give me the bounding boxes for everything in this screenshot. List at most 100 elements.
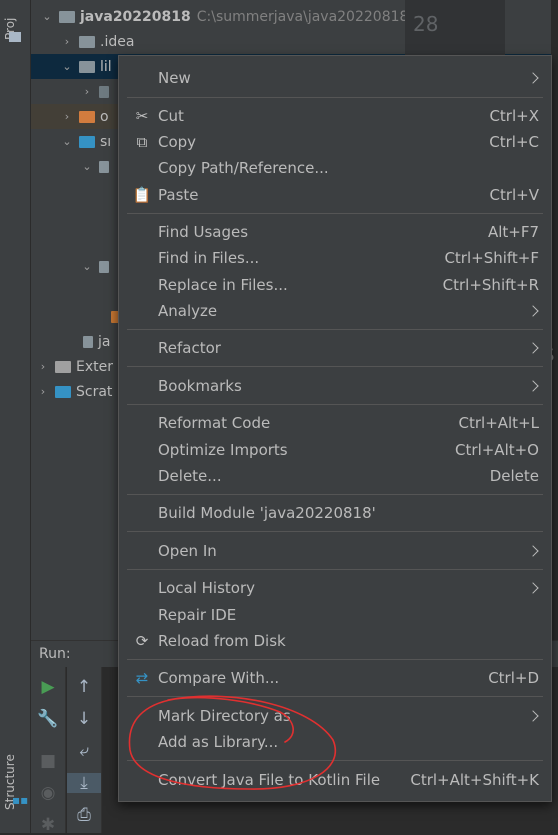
menu-item-cut[interactable]: ✂ Cut Ctrl+X	[119, 103, 551, 129]
structure-icon[interactable]: ▪▪	[12, 793, 28, 807]
menu-item-compare-with[interactable]: ⇄ Compare With... Ctrl+D	[119, 665, 551, 691]
menu-item-shortcut: Ctrl+Shift+R	[442, 276, 539, 294]
menu-item-shortcut: Delete	[489, 467, 539, 485]
chevron-right-icon[interactable]: ›	[59, 110, 75, 123]
menu-item-delete[interactable]: Delete... Delete	[119, 463, 551, 489]
folder-icon	[79, 60, 95, 73]
menu-item-add-as-library[interactable]: Add as Library...	[119, 729, 551, 755]
menu-item-find-usages[interactable]: Find Usages Alt+F7	[119, 219, 551, 245]
submenu-arrow-icon	[527, 342, 539, 354]
menu-item-reload-from-disk[interactable]: ⟳ Reload from Disk	[119, 628, 551, 654]
menu-item-shortcut: Ctrl+Alt+O	[455, 441, 539, 459]
chevron-down-icon[interactable]: ⌄	[59, 135, 75, 148]
chevron-right-icon[interactable]: ›	[35, 385, 51, 398]
menu-item-label: Copy	[158, 133, 197, 151]
context-menu: New ✂ Cut Ctrl+X ⧉ Copy Ctrl+C Copy Path…	[118, 55, 552, 802]
menu-item-label: Reformat Code	[158, 414, 271, 432]
menu-item-paste[interactable]: 📋 Paste Ctrl+V	[119, 182, 551, 208]
camera-icon[interactable]: ◉	[31, 783, 65, 803]
menu-separator	[127, 760, 543, 761]
editor-gutter: 28	[405, 0, 505, 55]
menu-item-shortcut: Ctrl+V	[489, 186, 539, 204]
menu-item-label: Repair IDE	[158, 606, 237, 624]
tree-item-label: ja	[98, 333, 111, 350]
source-folder-icon	[79, 135, 95, 148]
menu-item-analyze[interactable]: Analyze	[119, 298, 551, 324]
menu-item-new[interactable]: New	[119, 65, 551, 91]
menu-item-shortcut: Ctrl+Alt+L	[458, 414, 540, 432]
menu-item-mark-directory-as[interactable]: Mark Directory as	[119, 703, 551, 729]
settings-icon[interactable]: ✱	[31, 815, 65, 835]
menu-item-label: Optimize Imports	[158, 441, 288, 459]
run-toolbar-left: ▶ 🔧 ■ ◉ ✱	[31, 667, 66, 835]
menu-item-label: Refactor	[158, 339, 221, 357]
menu-separator	[127, 569, 543, 570]
package-icon	[99, 260, 109, 273]
run-icon[interactable]: ▶	[31, 677, 65, 697]
chevron-right-icon[interactable]: ›	[35, 360, 51, 373]
root-label: java20220818	[80, 8, 191, 25]
submenu-arrow-icon	[527, 582, 539, 594]
menu-item-find-in-files[interactable]: Find in Files... Ctrl+Shift+F	[119, 245, 551, 271]
submenu-arrow-icon	[527, 710, 539, 722]
print-icon[interactable]: ⎙	[67, 805, 101, 825]
chevron-right-icon[interactable]: ›	[79, 85, 95, 98]
menu-item-shortcut: Alt+F7	[487, 223, 539, 241]
menu-item-label: Find Usages	[158, 223, 249, 241]
menu-item-label: Replace in Files...	[158, 276, 288, 294]
menu-item-shortcut: Ctrl+X	[489, 107, 539, 125]
chevron-down-icon[interactable]: ⌄	[79, 260, 95, 273]
project-folder-icon[interactable]	[9, 32, 21, 42]
menu-item-copy[interactable]: ⧉ Copy Ctrl+C	[119, 129, 551, 155]
submenu-arrow-icon	[527, 380, 539, 392]
menu-item-label: Local History	[158, 579, 256, 597]
menu-item-label: Convert Java File to Kotlin File	[158, 771, 381, 789]
menu-item-build-module[interactable]: Build Module 'java20220818'	[119, 500, 551, 526]
menu-item-label: Bookmarks	[158, 377, 242, 395]
run-label: Run:	[39, 646, 71, 662]
menu-item-label: Cut	[158, 107, 184, 125]
arrow-up-icon[interactable]: ↑	[67, 677, 101, 697]
submenu-arrow-icon	[527, 305, 539, 317]
menu-item-replace-in-files[interactable]: Replace in Files... Ctrl+Shift+R	[119, 272, 551, 298]
menu-item-label: Mark Directory as	[158, 707, 291, 725]
run-toolbar-right: ↑ ↓ ⤶ ⤓ ⎙	[67, 667, 102, 833]
scroll-to-end-icon[interactable]: ⤓	[67, 773, 101, 793]
menu-item-reformat-code[interactable]: Reformat Code Ctrl+Alt+L	[119, 410, 551, 436]
menu-item-shortcut: Ctrl+D	[488, 669, 539, 687]
chevron-down-icon[interactable]: ⌄	[79, 160, 95, 173]
menu-item-label: Copy Path/Reference...	[158, 159, 329, 177]
menu-item-bookmarks[interactable]: Bookmarks	[119, 373, 551, 399]
scratches-icon	[55, 385, 71, 398]
menu-item-refactor[interactable]: Refactor	[119, 335, 551, 361]
file-icon	[83, 335, 93, 348]
menu-item-repair-ide[interactable]: Repair IDE	[119, 602, 551, 628]
menu-item-open-in[interactable]: Open In	[119, 538, 551, 564]
menu-separator	[127, 494, 543, 495]
menu-separator	[127, 404, 543, 405]
menu-item-convert-to-kotlin[interactable]: Convert Java File to Kotlin File Ctrl+Al…	[119, 767, 551, 793]
tree-item-label: Exter	[76, 358, 113, 375]
chevron-down-icon[interactable]: ⌄	[39, 10, 55, 23]
stop-icon[interactable]: ■	[31, 751, 65, 771]
menu-item-shortcut: Ctrl+Alt+Shift+K	[410, 771, 539, 789]
menu-separator	[127, 659, 543, 660]
chevron-down-icon[interactable]: ⌄	[59, 60, 75, 73]
arrow-down-icon[interactable]: ↓	[67, 709, 101, 729]
menu-item-label: Add as Library...	[158, 733, 279, 751]
menu-separator	[127, 366, 543, 367]
menu-item-label: New	[158, 69, 191, 87]
menu-separator	[127, 329, 543, 330]
chevron-right-icon[interactable]: ›	[59, 35, 75, 48]
package-icon	[99, 160, 109, 173]
line-number: 28	[413, 12, 439, 36]
menu-item-optimize-imports[interactable]: Optimize Imports Ctrl+Alt+O	[119, 437, 551, 463]
soft-wrap-icon[interactable]: ⤶	[67, 741, 101, 761]
wrench-icon[interactable]: 🔧	[31, 709, 65, 729]
tree-item-label: sı	[100, 133, 112, 150]
menu-item-local-history[interactable]: Local History	[119, 575, 551, 601]
copy-icon: ⧉	[136, 133, 148, 151]
output-folder-icon	[79, 110, 95, 123]
menu-separator	[127, 97, 543, 98]
menu-item-copy-path[interactable]: Copy Path/Reference...	[119, 155, 551, 181]
